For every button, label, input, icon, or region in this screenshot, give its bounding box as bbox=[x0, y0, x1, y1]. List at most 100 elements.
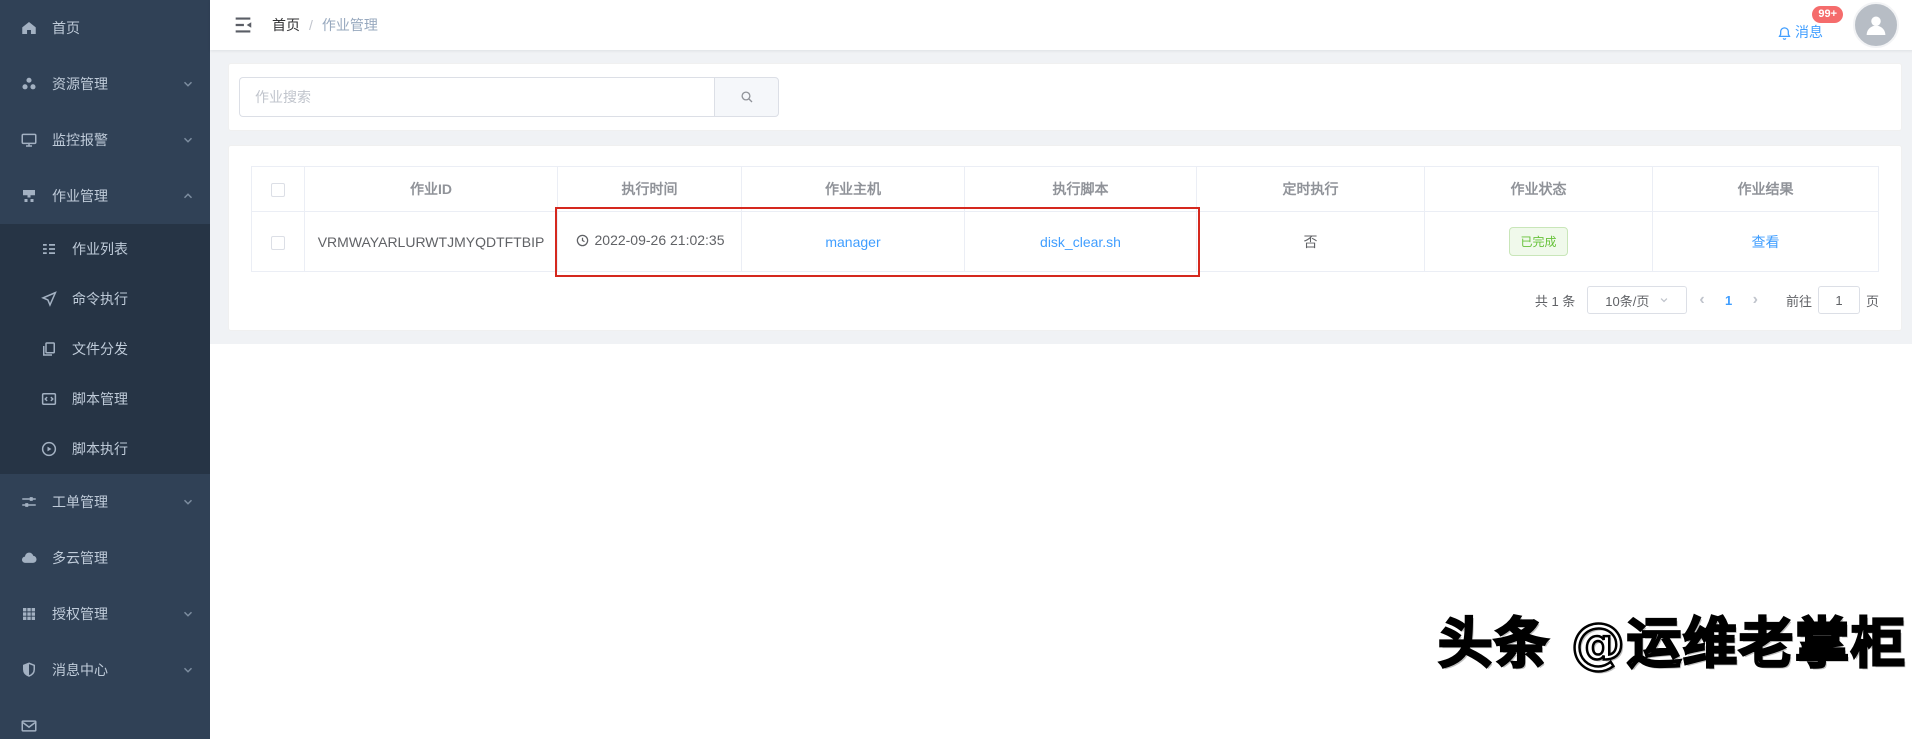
sidebar-item-script-management[interactable]: 脚本管理 bbox=[0, 374, 210, 424]
content-area: 作业ID 执行时间 作业主机 执行脚本 定时执行 作业状态 作业结果 bbox=[210, 50, 1912, 344]
job-search-group bbox=[239, 77, 779, 117]
breadcrumb-separator: / bbox=[309, 17, 313, 33]
send-icon bbox=[40, 290, 58, 308]
pagination-total: 共 1 条 bbox=[1534, 293, 1576, 309]
sidebar-item-job-list[interactable]: 作业列表 bbox=[0, 224, 210, 274]
goto-page-group: 前往 页 bbox=[1786, 286, 1879, 314]
job-search-input[interactable] bbox=[239, 77, 714, 117]
navbar-right: 99+ 消息 bbox=[1776, 2, 1899, 48]
jobs-table-wrap: 作业ID 执行时间 作业主机 执行脚本 定时执行 作业状态 作业结果 VRMWA… bbox=[251, 166, 1879, 277]
select-all-checkbox[interactable] bbox=[271, 183, 285, 198]
sidebar-item-jobs[interactable]: 作业管理 bbox=[0, 168, 210, 224]
goto-label: 前往 bbox=[1785, 293, 1812, 309]
breadcrumb-current: 作业管理 bbox=[321, 17, 378, 33]
next-page-button[interactable]: › bbox=[1747, 291, 1764, 309]
table-row: VRMWAYARLURWTJMYQDTFTBIP 2022-09-26 21:0… bbox=[251, 211, 1879, 272]
sidebar-item-label: 命令执行 bbox=[72, 291, 128, 307]
col-header-result: 作业结果 bbox=[1652, 166, 1879, 212]
sidebar-fold-icon[interactable] bbox=[232, 14, 254, 36]
col-header-host: 作业主机 bbox=[741, 166, 965, 212]
col-header-scheduled: 定时执行 bbox=[1196, 166, 1425, 212]
chevron-down-icon bbox=[182, 134, 194, 146]
search-icon bbox=[740, 91, 752, 103]
sidebar-item-label: 作业管理 bbox=[52, 188, 108, 204]
grid-icon bbox=[20, 605, 38, 623]
list-icon bbox=[40, 240, 58, 258]
chevron-down-icon bbox=[182, 78, 194, 90]
view-result-link[interactable]: 查看 bbox=[1752, 234, 1780, 250]
sidebar-item-authorization[interactable]: 消息中心 bbox=[0, 642, 210, 698]
script-link[interactable]: disk_clear.sh bbox=[1040, 234, 1121, 250]
messages-button[interactable]: 99+ 消息 bbox=[1776, 6, 1843, 42]
search-button[interactable] bbox=[714, 77, 779, 117]
sidebar-item-label: 脚本管理 bbox=[72, 391, 128, 407]
result-cell: 查看 bbox=[1652, 211, 1879, 272]
sidebar-item-resources[interactable]: 资源管理 bbox=[0, 56, 210, 112]
job-id-cell: VRMWAYARLURWTJMYQDTFTBIP bbox=[304, 211, 558, 272]
breadcrumb-home-link[interactable]: 首页 bbox=[272, 15, 300, 35]
exec-time-cell: 2022-09-26 21:02:35 bbox=[557, 211, 742, 272]
sidebar-item-message-center[interactable] bbox=[0, 698, 210, 739]
script-cell: disk_clear.sh bbox=[964, 211, 1197, 272]
table-header-row: 作业ID 执行时间 作业主机 执行脚本 定时执行 作业状态 作业结果 bbox=[251, 166, 1879, 212]
sidebar-item-platform[interactable]: 授权管理 bbox=[0, 586, 210, 642]
page-lower-area: 头条 @运维老掌柜 bbox=[210, 344, 1912, 739]
pagination: 共 1 条 10条/页 ‹ 1 › 前往 页 bbox=[251, 286, 1879, 314]
current-page-number[interactable]: 1 bbox=[1717, 293, 1741, 308]
chevron-down-icon bbox=[182, 608, 194, 620]
avatar[interactable] bbox=[1853, 2, 1899, 48]
sidebar-item-label: 授权管理 bbox=[52, 606, 108, 622]
sidebar-item-label: 监控报警 bbox=[52, 132, 108, 148]
host-link[interactable]: manager bbox=[825, 234, 880, 250]
sidebar-item-multicloud[interactable]: 多云管理 bbox=[0, 530, 210, 586]
sidebar-item-home[interactable]: 首页 bbox=[0, 0, 210, 56]
col-header-exec-time: 执行时间 bbox=[557, 166, 742, 212]
col-header-job-id: 作业ID bbox=[304, 166, 558, 212]
sidebar-item-label: 多云管理 bbox=[52, 550, 108, 566]
jobs-table: 作业ID 执行时间 作业主机 执行脚本 定时执行 作业状态 作业结果 VRMWA… bbox=[251, 166, 1879, 272]
prev-page-button[interactable]: ‹ bbox=[1693, 291, 1710, 309]
job-icon bbox=[20, 187, 38, 205]
sliders-icon bbox=[20, 493, 38, 511]
script-icon bbox=[40, 390, 58, 408]
main-area: 首页 / 作业管理 99+ 消息 作业搜索 作业ID 执行时间 作业主机 执行脚… bbox=[210, 0, 1912, 739]
search-card bbox=[228, 63, 1902, 131]
scheduled-cell: 否 bbox=[1196, 211, 1425, 272]
monitor-icon bbox=[20, 131, 38, 149]
sidebar-item-file-distribution[interactable]: 文件分发 bbox=[0, 324, 210, 374]
row-checkbox[interactable] bbox=[271, 235, 285, 250]
bell-icon bbox=[1776, 25, 1793, 42]
app-root: 首页 资源管理 监控报警 作业管理 作业列表 命令执行 文件分发 脚本管理 脚本… bbox=[0, 0, 1912, 739]
goto-page-input[interactable] bbox=[1817, 286, 1860, 314]
sidebar-item-script-exec[interactable]: 脚本执行 bbox=[0, 424, 210, 474]
watermark-text: 头条 @运维老掌柜 bbox=[1437, 611, 1907, 677]
sidebar-item-label: 首页 bbox=[52, 20, 80, 36]
chevron-down-icon bbox=[182, 664, 194, 676]
chevron-down-icon bbox=[182, 496, 194, 508]
sidebar-item-command-exec[interactable]: 命令执行 bbox=[0, 274, 210, 324]
sidebar-item-label: 工单管理 bbox=[52, 494, 108, 510]
jobs-submenu: 作业列表 命令执行 文件分发 脚本管理 脚本执行 bbox=[0, 224, 210, 474]
sidebar-item-label: 资源管理 bbox=[52, 76, 108, 92]
chevron-down-icon bbox=[1660, 298, 1668, 303]
status-cell: 已完成 bbox=[1424, 211, 1653, 272]
sidebar-item-label: 消息中心 bbox=[52, 662, 108, 678]
top-navbar: 首页 / 作业管理 99+ 消息 bbox=[210, 0, 1912, 50]
mail-icon bbox=[20, 717, 38, 735]
sidebar: 首页 资源管理 监控报警 作业管理 作业列表 命令执行 文件分发 脚本管理 脚本… bbox=[0, 0, 210, 739]
sidebar-item-label: 脚本执行 bbox=[72, 441, 128, 457]
col-header-status: 作业状态 bbox=[1424, 166, 1653, 212]
message-count-badge: 99+ bbox=[1812, 6, 1843, 23]
col-header-script: 执行脚本 bbox=[964, 166, 1197, 212]
copy-icon bbox=[40, 340, 58, 358]
status-badge: 已完成 bbox=[1509, 227, 1568, 256]
sidebar-item-monitoring[interactable]: 监控报警 bbox=[0, 112, 210, 168]
page-size-select[interactable]: 10条/页 bbox=[1587, 286, 1688, 314]
clock-icon bbox=[576, 234, 588, 246]
shield-icon bbox=[20, 661, 38, 679]
play-icon bbox=[40, 440, 58, 458]
page-unit-label: 页 bbox=[1865, 293, 1879, 309]
sidebar-item-label: 文件分发 bbox=[72, 341, 128, 357]
chevron-up-icon bbox=[182, 190, 194, 202]
sidebar-item-tickets[interactable]: 工单管理 bbox=[0, 474, 210, 530]
